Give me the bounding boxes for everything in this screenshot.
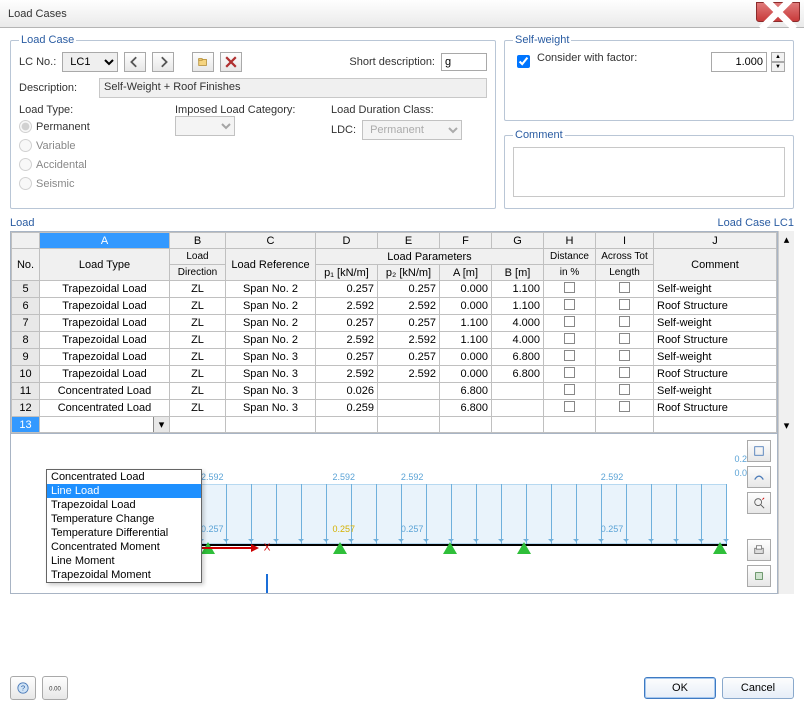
scroll-up-icon[interactable]: ▴ xyxy=(784,233,790,246)
view-tool-3-button[interactable] xyxy=(747,492,771,514)
units-button[interactable]: 0.00 xyxy=(42,676,68,700)
load-type-dropdown[interactable]: Concentrated LoadLine LoadTrapezoidal Lo… xyxy=(46,469,202,583)
table-row[interactable]: 10Trapezoidal LoadZLSpan No. 32.5922.592… xyxy=(12,366,777,383)
ldc-short-label: LDC: xyxy=(331,124,356,136)
imposed-select xyxy=(175,116,235,136)
scroll-down-icon[interactable]: ▾ xyxy=(784,419,790,432)
radio-permanent[interactable]: Permanent xyxy=(19,120,169,133)
load-case-ref: Load Case LC1 xyxy=(718,217,794,229)
dropdown-item[interactable]: Temperature Change xyxy=(47,512,201,526)
self-weight-panel: Self-weight Consider with factor: ▲ ▼ xyxy=(504,34,794,121)
window-title: Load Cases xyxy=(8,8,67,20)
prev-lc-button[interactable] xyxy=(124,52,146,72)
consider-checkbox[interactable] xyxy=(517,55,530,68)
factor-input[interactable] xyxy=(711,52,767,72)
radio-accidental[interactable]: Accidental xyxy=(19,158,169,171)
dropdown-item[interactable]: Concentrated Moment xyxy=(47,540,201,554)
factor-down-button[interactable]: ▼ xyxy=(771,62,785,72)
load-grid[interactable]: A B C D E F G H I J No. xyxy=(11,232,777,433)
table-row[interactable]: 8Trapezoidal LoadZLSpan No. 22.5922.5921… xyxy=(12,332,777,349)
load-type-label: Load Type: xyxy=(19,104,169,116)
load-case-legend: Load Case xyxy=(19,34,76,46)
delete-lc-button[interactable] xyxy=(220,52,242,72)
ok-button[interactable]: OK xyxy=(644,677,716,699)
grid-letter-row: A B C D E F G H I J xyxy=(12,233,777,249)
comment-panel: Comment xyxy=(504,129,794,209)
short-desc-input[interactable] xyxy=(441,53,487,71)
lcno-select[interactable]: LC1 xyxy=(62,52,118,72)
svg-text:0.00: 0.00 xyxy=(49,687,61,693)
view-tool-2-button[interactable] xyxy=(747,466,771,488)
grid-group-row: No. Load Type Load Load Reference Load P… xyxy=(12,249,777,265)
svg-text:?: ? xyxy=(21,684,25,693)
dropdown-item[interactable]: Trapezoidal Load xyxy=(47,498,201,512)
factor-up-button[interactable]: ▲ xyxy=(771,52,785,62)
table-row[interactable]: 5Trapezoidal LoadZLSpan No. 20.2570.2570… xyxy=(12,281,777,298)
titlebar: Load Cases xyxy=(0,0,804,28)
table-row[interactable]: 12Concentrated LoadZLSpan No. 30.2596.80… xyxy=(12,400,777,417)
self-weight-legend: Self-weight xyxy=(513,34,571,46)
dropdown-item[interactable]: Temperature Differential xyxy=(47,526,201,540)
view-tool-1-button[interactable] xyxy=(747,440,771,462)
cancel-button[interactable]: Cancel xyxy=(722,677,794,699)
load-case-panel: Load Case LC No.: LC1 xyxy=(10,34,496,209)
close-button[interactable] xyxy=(756,2,800,22)
print-button[interactable] xyxy=(747,539,771,561)
table-row[interactable]: 7Trapezoidal LoadZLSpan No. 20.2570.2571… xyxy=(12,315,777,332)
radio-variable[interactable]: Variable xyxy=(19,139,169,152)
grid-vscroll[interactable]: ▴ ▾ xyxy=(778,231,794,434)
lcno-label: LC No.: xyxy=(19,56,56,68)
load-legend: Load xyxy=(10,217,34,229)
help-button[interactable]: ? xyxy=(10,676,36,700)
comment-legend: Comment xyxy=(513,129,565,141)
dropdown-item[interactable]: Line Moment xyxy=(47,554,201,568)
dropdown-item[interactable]: Trapezoidal Moment xyxy=(47,568,201,582)
preview-vscroll[interactable] xyxy=(778,434,794,594)
radio-seismic[interactable]: Seismic xyxy=(19,177,169,190)
consider-label: Consider with factor: xyxy=(537,52,707,64)
table-row[interactable]: 6Trapezoidal LoadZLSpan No. 22.5922.5920… xyxy=(12,298,777,315)
ldc-label: Load Duration Class: xyxy=(331,104,462,116)
axis-x-label: X xyxy=(201,542,270,554)
desc-label: Description: xyxy=(19,82,93,94)
table-row-editing[interactable]: 13▾ xyxy=(12,417,777,433)
description-field[interactable]: Self-Weight + Roof Finishes xyxy=(99,78,487,98)
comment-textarea[interactable] xyxy=(513,147,785,197)
axis-z-label: Z xyxy=(261,574,282,594)
export-button[interactable] xyxy=(747,565,771,587)
table-row[interactable]: 11Concentrated LoadZLSpan No. 30.0266.80… xyxy=(12,383,777,400)
new-lc-button[interactable] xyxy=(192,52,214,72)
short-desc-label: Short description: xyxy=(349,56,435,68)
dropdown-item[interactable]: Line Load xyxy=(47,484,201,498)
dropdown-item[interactable]: Concentrated Load xyxy=(47,470,201,484)
ldc-select: Permanent xyxy=(362,120,462,140)
dropdown-toggle-icon[interactable]: ▾ xyxy=(153,417,169,432)
table-row[interactable]: 9Trapezoidal LoadZLSpan No. 30.2570.2570… xyxy=(12,349,777,366)
imposed-label: Imposed Load Category: xyxy=(175,104,325,116)
next-lc-button[interactable] xyxy=(152,52,174,72)
